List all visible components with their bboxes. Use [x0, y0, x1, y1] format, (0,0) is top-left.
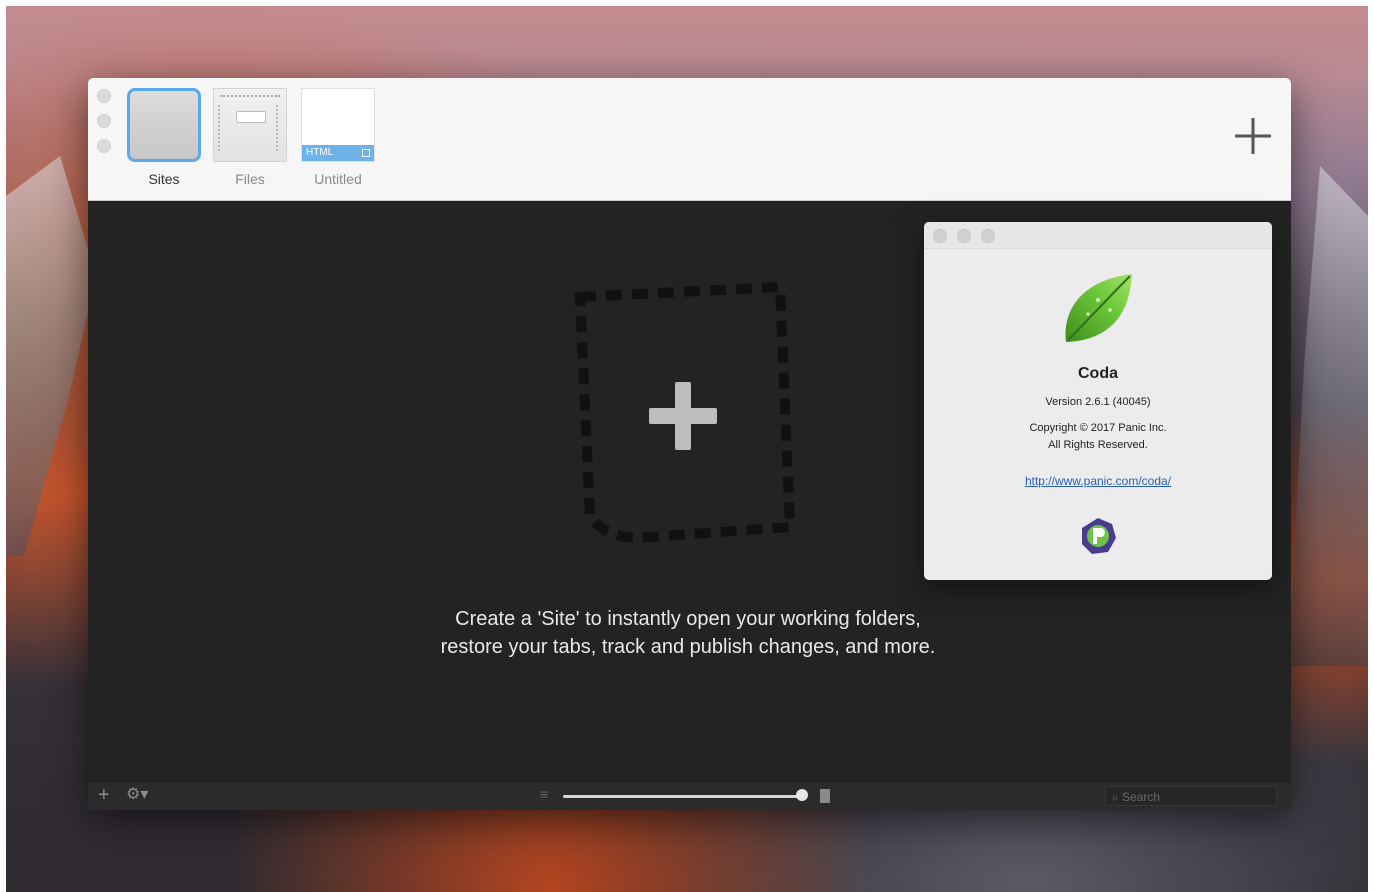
create-site-hint: Create a 'Site' to instantly open your w…	[388, 605, 988, 661]
about-coda-panel: Coda Version 2.6.1 (40045) Copyright © 2…	[924, 222, 1272, 580]
tab-toolbar: Sites Files HTML Untitled	[88, 78, 1291, 201]
search-input[interactable]: ⌕ Search	[1105, 786, 1277, 806]
gear-icon[interactable]: ⚙▾	[126, 785, 148, 805]
mountain-snow-left	[6, 156, 96, 556]
large-thumbnail-icon[interactable]	[820, 789, 830, 803]
about-minimize-button[interactable]	[957, 229, 971, 243]
panic-logo-icon[interactable]	[1078, 516, 1118, 556]
list-view-icon[interactable]: ≡	[540, 786, 548, 802]
add-button[interactable]: +	[98, 784, 110, 806]
tab-files-label: Files	[235, 171, 265, 187]
plus-icon	[649, 382, 717, 450]
html-badge: HTML	[302, 145, 374, 161]
coda-leaf-icon	[1065, 274, 1132, 342]
hint-line-1: Create a 'Site' to instantly open your w…	[455, 608, 921, 630]
slider-knob[interactable]	[796, 789, 808, 801]
tab-files[interactable]: Files	[210, 88, 290, 187]
copyright-line-2: All Rights Reserved.	[1048, 439, 1148, 451]
app-version: Version 2.6.1 (40045)	[1045, 396, 1151, 408]
about-titlebar	[924, 222, 1272, 249]
zoom-window-button[interactable]	[97, 139, 111, 153]
hint-line-2: restore your tabs, track and publish cha…	[440, 636, 936, 658]
copyright-text: Copyright © 2017 Panic Inc. All Rights R…	[924, 420, 1272, 454]
search-icon: ⌕	[1112, 790, 1119, 804]
tab-untitled[interactable]: HTML Untitled	[298, 88, 378, 187]
untitled-thumbnail: HTML	[301, 88, 375, 162]
tab-sites[interactable]: Sites	[124, 88, 204, 187]
tab-untitled-label: Untitled	[314, 171, 362, 187]
status-bar: + ⚙▾ ≡ ⌕ Search	[88, 781, 1291, 810]
plus-icon	[1235, 118, 1271, 154]
thumbnail-size-slider[interactable]	[563, 795, 803, 798]
files-thumbnail	[213, 88, 287, 162]
app-name: Coda	[1078, 365, 1118, 382]
minimize-window-button[interactable]	[97, 114, 111, 128]
search-placeholder: Search	[1122, 790, 1161, 804]
sites-thumbnail	[127, 88, 201, 162]
tab-sites-label: Sites	[148, 171, 180, 187]
about-zoom-button[interactable]	[981, 229, 995, 243]
about-close-button[interactable]	[933, 229, 947, 243]
add-site-dropzone[interactable]	[550, 267, 820, 557]
panic-website-link[interactable]: http://www.panic.com/coda/	[924, 474, 1272, 488]
close-window-button[interactable]	[97, 89, 111, 103]
mountain-snow-right	[1288, 166, 1368, 666]
copyright-line-1: Copyright © 2017 Panic Inc.	[1029, 422, 1167, 434]
dashed-frame	[574, 281, 796, 543]
add-tab-button[interactable]	[1233, 116, 1273, 156]
